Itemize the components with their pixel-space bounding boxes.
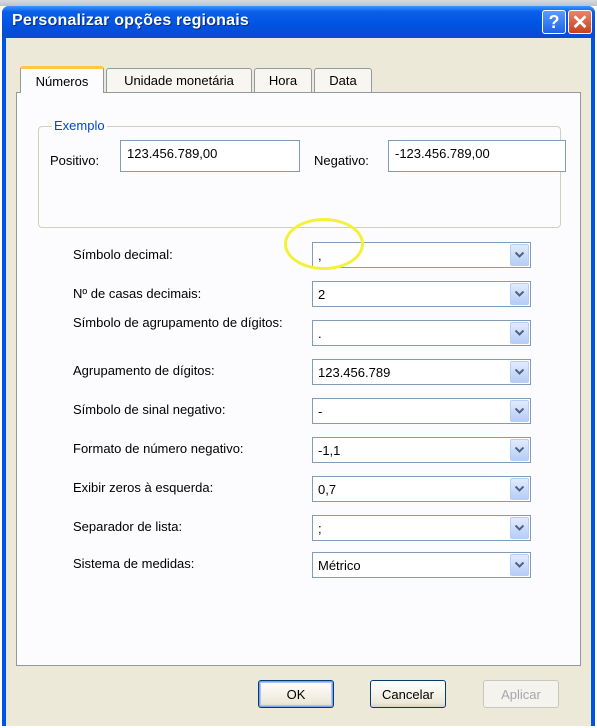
digit-grouping-value: 123.456.789 <box>318 365 391 380</box>
decimal-places-select[interactable]: 2 <box>312 281 531 307</box>
negative-sample-field: -123.456.789,00 <box>388 140 566 172</box>
negative-number-format-label: Formato de número negativo: <box>73 441 244 456</box>
title-bar[interactable]: Personalizar opções regionais ? ✕ <box>2 6 595 38</box>
tab-label: Unidade monetária <box>124 73 234 88</box>
list-separator-select[interactable]: ; <box>312 515 531 541</box>
help-button[interactable]: ? <box>542 10 566 34</box>
positive-label: Positivo: <box>50 153 100 168</box>
window-title: Personalizar opções regionais <box>12 12 249 29</box>
chevron-down-icon[interactable] <box>510 244 529 266</box>
measurement-system-value: Métrico <box>318 558 361 573</box>
ok-button-label: OK <box>286 686 306 702</box>
chevron-down-icon[interactable] <box>510 283 529 305</box>
leading-zeros-value: 0,7 <box>318 482 337 497</box>
digit-grouping-symbol-value: . <box>318 326 322 341</box>
chevron-down-icon[interactable] <box>510 517 529 539</box>
negative-number-format-value: -1,1 <box>318 443 341 458</box>
digit-grouping-symbol-select[interactable]: . <box>312 320 531 346</box>
example-group-label: Exemplo <box>52 118 107 133</box>
positive-sample-field: 123.456.789,00 <box>120 140 300 172</box>
apply-button-label: Aplicar <box>501 686 541 702</box>
help-icon: ? <box>548 11 560 32</box>
highlight-circle <box>284 218 364 270</box>
measurement-system-label: Sistema de medidas: <box>73 556 195 571</box>
cancel-button-label: Cancelar <box>381 686 435 702</box>
chevron-down-icon[interactable] <box>510 361 529 383</box>
digit-grouping-symbol-label: Símbolo de agrupamento de dígitos: <box>73 315 283 330</box>
tab-hora[interactable]: Hora <box>254 68 312 92</box>
tab-label: Data <box>329 73 357 88</box>
chevron-down-icon[interactable] <box>510 554 529 576</box>
list-separator-value: ; <box>318 521 322 536</box>
negative-label: Negativo: <box>314 153 369 168</box>
chevron-down-icon[interactable] <box>510 439 529 461</box>
digit-grouping-label: Agrupamento de dígitos: <box>73 363 215 378</box>
close-button[interactable]: ✕ <box>568 10 592 34</box>
decimal-symbol-label: Símbolo decimal: <box>73 247 173 262</box>
tab-numeros[interactable]: Números <box>20 66 104 93</box>
negative-sign-label: Símbolo de sinal negativo: <box>73 402 226 417</box>
chevron-down-icon[interactable] <box>510 478 529 500</box>
negative-sign-value: - <box>318 404 323 419</box>
leading-zeros-select[interactable]: 0,7 <box>312 476 531 502</box>
negative-sign-select[interactable]: - <box>312 398 531 424</box>
list-separator-label: Separador de lista: <box>73 519 183 534</box>
apply-button[interactable]: Aplicar <box>483 680 559 708</box>
tab-unidade-monetaria[interactable]: Unidade monetária <box>106 68 252 92</box>
cancel-button[interactable]: Cancelar <box>370 680 446 708</box>
screen: Personalizar opções regionais ? ✕ Número… <box>0 0 597 728</box>
digit-grouping-select[interactable]: 123.456.789 <box>312 359 531 385</box>
negative-number-format-select[interactable]: -1,1 <box>312 437 531 463</box>
chevron-down-icon[interactable] <box>510 322 529 344</box>
chevron-down-icon[interactable] <box>510 400 529 422</box>
close-icon: ✕ <box>571 11 589 34</box>
measurement-system-select[interactable]: Métrico <box>312 552 531 578</box>
tab-label: Números <box>35 73 89 89</box>
decimal-places-value: 2 <box>318 287 326 302</box>
ok-button[interactable]: OK <box>258 680 334 708</box>
tab-label: Hora <box>268 73 298 88</box>
decimal-places-label: Nº de casas decimais: <box>73 286 202 301</box>
leading-zeros-label: Exibir zeros à esquerda: <box>73 480 214 495</box>
tab-data[interactable]: Data <box>314 68 372 92</box>
